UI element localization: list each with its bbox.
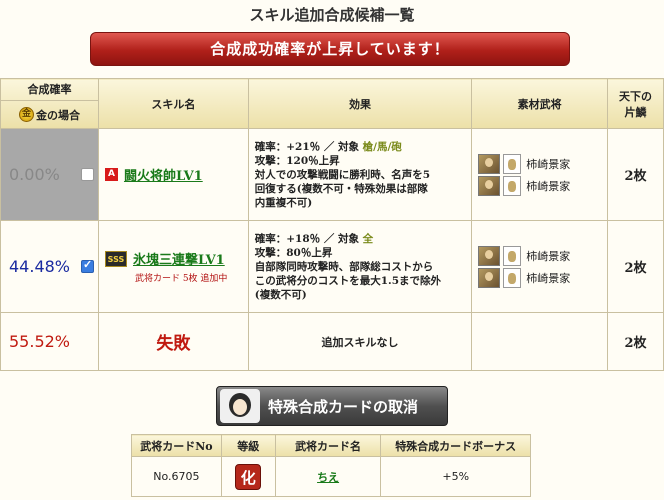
material-item[interactable]: 柿崎景家	[478, 267, 601, 288]
tenka-count: 2枚	[607, 220, 664, 313]
card-header-row: 武将カードNo 等級 武将カード名 特殊合成カードボーナス	[131, 434, 531, 457]
skill-name-link[interactable]: 闘火将帥LV1	[124, 165, 203, 184]
rate-value: 55.52%	[9, 332, 71, 351]
general-portrait-icon	[478, 175, 501, 196]
rate-cell: 0.00%	[0, 128, 99, 221]
material-cell	[471, 312, 609, 371]
material-item[interactable]: 柿崎景家	[478, 175, 601, 196]
rank-a-icon: A	[104, 168, 118, 181]
rate-cell: 44.48%	[0, 220, 99, 313]
general-portrait-icon	[478, 267, 501, 288]
material-cell: 柿崎景家 柿崎景家	[471, 128, 609, 221]
rate-value: 44.48%	[9, 257, 71, 276]
header-grade: 等級	[220, 434, 276, 457]
tenka-count: 2枚	[607, 128, 664, 221]
rank-sss-icon: SSS	[104, 250, 127, 267]
header-rate-gold: 金の場合	[35, 108, 80, 122]
effect-cell: 確率：+18％ ／ 対象 全 攻撃：80％上昇 自部隊同時攻撃時、部隊総コストか…	[247, 220, 473, 313]
skill-checkbox[interactable]	[80, 258, 94, 273]
character-face-icon	[220, 389, 260, 423]
success-rate-banner: 合成成功確率が上昇しています！	[90, 32, 570, 66]
grade-cell: 化	[220, 456, 276, 497]
header-material: 素材武将	[471, 78, 609, 129]
card-thumb-icon	[503, 153, 522, 174]
skill-name-link[interactable]: 氷塊三連撃LV1	[133, 249, 225, 268]
card-name-link[interactable]: ちえ	[317, 471, 339, 484]
tenka-count: 2枚	[607, 312, 664, 371]
table-row: 55.52% 失敗 追加スキルなし 2枚	[0, 312, 664, 371]
material-item[interactable]: 柿崎景家	[478, 245, 601, 266]
table-row: 44.48% SSS 氷塊三連撃LV1 武将カード 5枚 追加中 確率：+18％…	[0, 220, 664, 313]
table-row: 0.00% A 闘火将帥LV1 確率：+21％ ／ 対象 槍/馬/砲 攻撃：12…	[0, 128, 664, 221]
header-rate: 合成確率 金 金の場合	[0, 78, 99, 129]
header-card-name: 武将カード名	[274, 434, 382, 457]
page-title: スキル追加合成候補一覧	[249, 6, 415, 24]
cancel-special-card-button[interactable]: 特殊合成カードの取消	[216, 386, 448, 426]
failure-label: 失敗	[97, 312, 249, 371]
effect-cell: 確率：+21％ ／ 対象 槍/馬/砲 攻撃：120％上昇 対人での攻撃戦闘に勝利…	[247, 128, 473, 221]
material-cell: 柿崎景家 柿崎景家	[471, 220, 609, 313]
skill-cell: A 闘火将帥LV1	[97, 128, 249, 221]
effect-cell: 追加スキルなし	[247, 312, 473, 371]
general-portrait-icon	[478, 245, 501, 266]
card-bonus: +5%	[380, 456, 531, 497]
grade-badge-icon: 化	[235, 463, 262, 490]
skill-candidate-table: 合成確率 金 金の場合 スキル名 効果 素材武将 天下の 片鱗 0.00% A …	[0, 78, 664, 371]
table-header-row: 合成確率 金 金の場合 スキル名 効果 素材武将 天下の 片鱗	[0, 78, 664, 129]
card-thumb-icon	[503, 175, 522, 196]
header-tenka: 天下の 片鱗	[607, 78, 664, 129]
material-item[interactable]: 柿崎景家	[478, 153, 601, 174]
card-row: No.6705 化 ちえ +5%	[131, 456, 531, 497]
card-thumb-icon	[503, 245, 522, 266]
rate-cell: 55.52%	[0, 312, 99, 371]
card-no: No.6705	[131, 456, 222, 497]
header-card-no: 武将カードNo	[131, 434, 222, 457]
skill-checkbox[interactable]	[80, 168, 94, 181]
card-thumb-icon	[503, 267, 522, 288]
general-portrait-icon	[478, 153, 501, 174]
gold-icon: 金	[18, 107, 34, 122]
skill-cell: SSS 氷塊三連撃LV1 武将カード 5枚 追加中	[97, 220, 249, 313]
header-effect: 効果	[247, 78, 473, 129]
rate-value: 0.00%	[9, 165, 60, 184]
header-bonus: 特殊合成カードボーナス	[380, 434, 531, 457]
header-skill: スキル名	[97, 78, 249, 129]
card-name-cell: ちえ	[274, 456, 382, 497]
special-card-table: 武将カードNo 等級 武将カード名 特殊合成カードボーナス No.6705 化 …	[131, 434, 531, 497]
added-cards-note: 武将カード 5枚 追加中	[134, 274, 228, 284]
